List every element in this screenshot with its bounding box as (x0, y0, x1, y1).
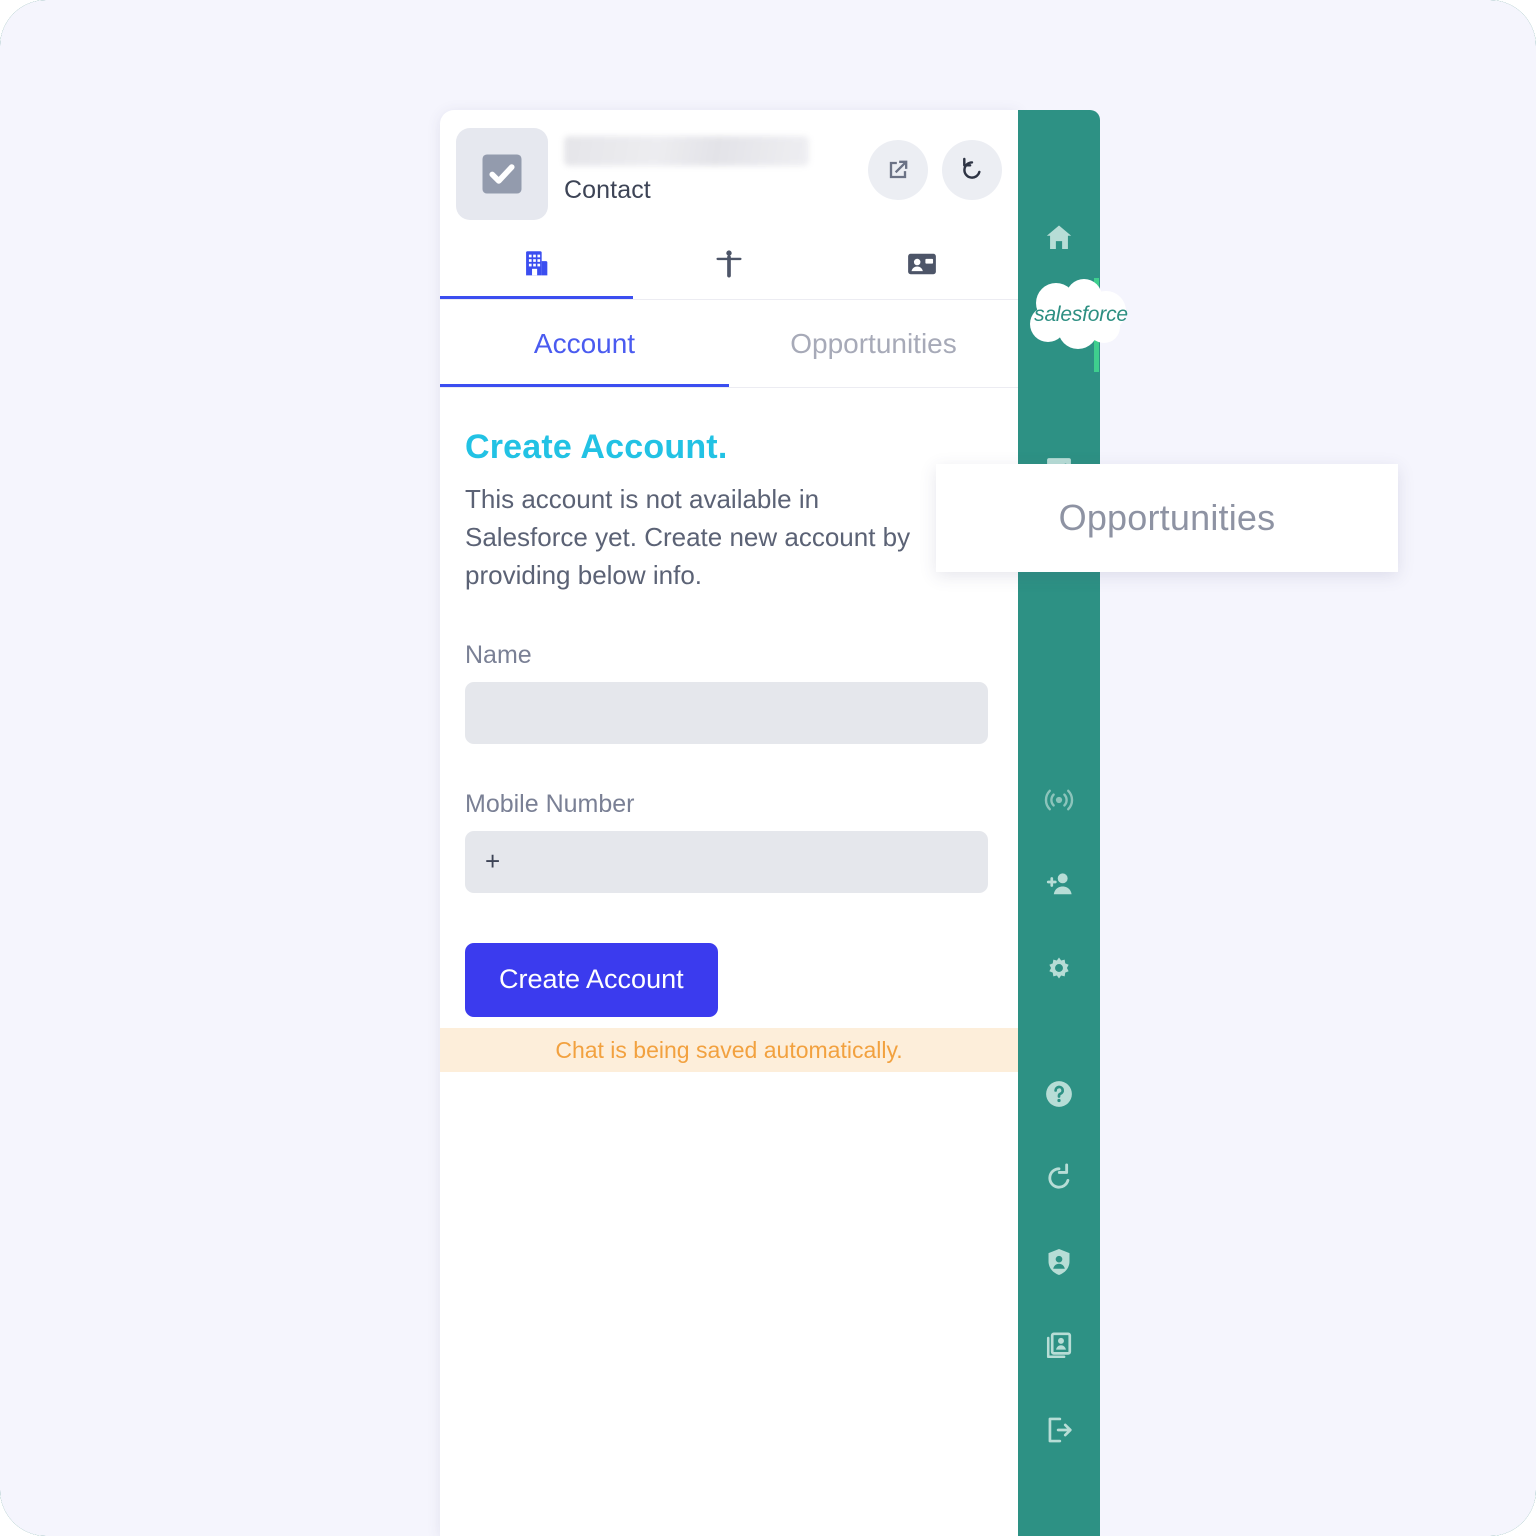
field-mobile-number: Mobile Number (465, 790, 993, 893)
icon-tab-contact-card[interactable] (825, 228, 1018, 300)
section-tab-bar: Account Opportunities (440, 300, 1018, 388)
help-circle-icon (1046, 1081, 1072, 1107)
building-icon (526, 251, 548, 276)
contact-subtitle: Contact (564, 176, 651, 204)
redacted-contact-name (564, 136, 809, 166)
form-description: This account is not available in Salesfo… (465, 484, 911, 590)
field-name-label: Name (465, 640, 532, 669)
tab-account-label: Account (533, 328, 636, 359)
field-name: Name (465, 641, 993, 744)
shield-person-icon (1048, 1248, 1070, 1276)
status-message: Chat is being saved automatically. (555, 1036, 903, 1063)
tab-account[interactable]: Account (440, 300, 729, 388)
rail-item-add-contact[interactable] (1018, 842, 1100, 926)
status-bar: Chat is being saved automatically. (440, 1028, 1018, 1072)
page-title: Create Account. (465, 428, 728, 466)
rail-item-help[interactable] (1018, 1052, 1100, 1136)
rail-item-settings[interactable] (1018, 926, 1100, 1010)
broadcast-icon (1044, 789, 1074, 811)
create-account-form: Create Account. This account is not avai… (440, 388, 1018, 1017)
header-identity: Contact (548, 128, 868, 205)
tab-opportunities-label: Opportunities (790, 328, 957, 359)
address-book-icon (1046, 1332, 1072, 1359)
tab-opportunities[interactable]: Opportunities (729, 300, 1018, 388)
header-actions (868, 128, 1002, 200)
name-input[interactable] (465, 681, 988, 744)
rail-item-privacy[interactable] (1018, 1220, 1100, 1304)
refresh-button[interactable] (942, 140, 1002, 200)
refresh-icon (963, 157, 981, 179)
salesforce-wordmark: salesforce (1034, 303, 1128, 326)
icon-tab-person[interactable] (633, 228, 826, 300)
gear-icon (1049, 957, 1069, 979)
rail-item-directory[interactable] (1018, 1304, 1100, 1388)
add-person-icon (1046, 873, 1072, 895)
logout-icon (1048, 1417, 1072, 1443)
opportunities-flyout-label: Opportunities (1058, 497, 1276, 538)
screen-root: Contact Account Opportunities Create Acc… (0, 0, 1536, 1536)
tab-active-underline (440, 384, 729, 388)
opportunities-flyout[interactable]: Opportunities (936, 464, 1398, 572)
rail-item-refresh[interactable] (1018, 1136, 1100, 1220)
icon-tab-bar (440, 228, 1018, 300)
open-in-new-button[interactable] (868, 140, 928, 200)
rail-item-broadcast[interactable] (1018, 758, 1100, 842)
contact-card-icon (907, 253, 936, 275)
rail-item-home[interactable] (1018, 196, 1100, 280)
icon-tab-building[interactable] (440, 228, 633, 300)
field-mobile-label: Mobile Number (465, 789, 635, 818)
rail-item-logout[interactable] (1018, 1388, 1100, 1472)
avatar (456, 128, 548, 220)
create-account-button[interactable]: Create Account (465, 942, 718, 1017)
open-in-new-icon (889, 160, 908, 179)
contact-app-panel: Contact Account Opportunities Create Acc… (440, 110, 1018, 1536)
accessibility-person-icon (716, 250, 742, 278)
home-icon (1046, 225, 1072, 250)
panel-header: Contact (440, 110, 1018, 228)
salesforce-logo: salesforce (1022, 277, 1136, 353)
mobile-number-input[interactable] (465, 830, 988, 893)
refresh-icon (1048, 1163, 1070, 1189)
